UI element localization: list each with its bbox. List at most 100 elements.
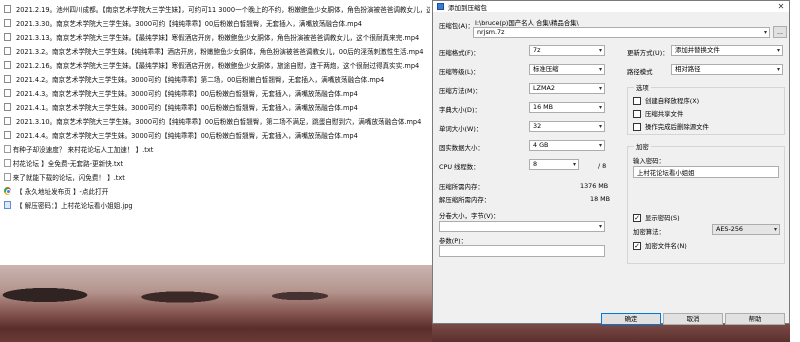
options-title: 选项	[634, 83, 651, 92]
params-input[interactable]	[439, 245, 605, 257]
chevron-down-icon: ▾	[598, 223, 602, 230]
video-file-icon	[4, 18, 11, 27]
delete-checkbox[interactable]: 操作完成后删除源文件	[633, 122, 709, 131]
video-file-icon	[4, 88, 11, 97]
file-name: 2021.3.13。南京艺术学院大三学生妹。【最纯学妹】寒假酒店开房，粉嫩鲍鱼少…	[16, 33, 420, 42]
dict-label: 字典大小(D)：	[439, 106, 481, 114]
show-password-label: 显示密码(S)	[645, 214, 680, 222]
solid-select[interactable]: 4 GB ▾	[529, 140, 605, 151]
checkbox-box	[633, 109, 641, 118]
chevron-down-icon: ▾	[598, 47, 602, 54]
format-value: 7z	[533, 46, 541, 54]
browse-button[interactable]: ...	[773, 26, 787, 38]
encryption-group: 加密 输入密码： 上村花论坛看小姐姐 ✓ 显示密码(S) 加密算法： AES-25…	[627, 142, 785, 264]
list-item[interactable]: 2021.2.19。池州四川成都。【南京艺术学院大三学生妹】，可约可11 300…	[4, 3, 430, 14]
path-value: 相对路径	[675, 65, 701, 73]
list-item[interactable]: 【 有种子却没速度？ 来村花论坛人工加速！ 】.txt	[4, 143, 430, 154]
chevron-down-icon: ▾	[776, 66, 780, 73]
password-input[interactable]: 上村花论坛看小姐姐	[633, 166, 779, 178]
cpu-value: 8	[533, 160, 538, 168]
dialog-titlebar[interactable]: 添加到压缩包 ✕	[433, 1, 789, 12]
solid-label: 固实数据大小：	[439, 144, 484, 152]
file-name: 2021.4.4。南京艺术学院大三学生妹。3000可约【纯纯乖乖】00后粉嫩白皙…	[16, 131, 358, 140]
method-select[interactable]: LZMA2 ▾	[529, 83, 605, 94]
cancel-button[interactable]: 取消	[663, 313, 723, 325]
file-name: 2021.3.10。南京艺术学院大三学生妹。3000可约【纯纯乖乖】00后粉嫩白…	[16, 117, 422, 126]
file-name: 【 村花论坛 】全免费-无套路-更新快.txt	[4, 159, 124, 168]
check-icon: ✓	[633, 213, 641, 222]
method-value: LZMA2	[533, 84, 555, 92]
enc-method-select[interactable]: AES-256 ▾	[712, 224, 780, 235]
level-label: 压缩等级(L)：	[439, 68, 480, 76]
video-file-icon	[4, 130, 11, 139]
word-value: 32	[533, 122, 542, 130]
chevron-down-icon: ▾	[598, 104, 602, 111]
enc-method-label: 加密算法：	[633, 228, 665, 236]
checkbox-box	[633, 96, 641, 105]
list-item[interactable]: 【 来了就能下载的论坛，闪免费！ 】.txt	[4, 171, 430, 182]
close-button[interactable]: ✕	[773, 1, 789, 12]
archive-name-value: nrjsm.7z	[477, 28, 505, 36]
file-name: 【 永久地址发布页 】-点此打开	[16, 187, 109, 196]
list-item[interactable]: 2021.3.30。南京艺术学院大三学生妹。3000可约【纯纯乖乖】00后粉嫩白…	[4, 17, 430, 28]
update-label: 更新方式(U)：	[627, 49, 669, 57]
list-item[interactable]: 【 永久地址发布页 】-点此打开	[4, 185, 430, 196]
chevron-down-icon: ▾	[598, 142, 602, 149]
video-file-icon	[4, 102, 11, 111]
list-item[interactable]: 【 村花论坛 】全免费-无套路-更新快.txt	[4, 157, 430, 168]
word-select[interactable]: 32 ▾	[529, 121, 605, 132]
list-item[interactable]: 2021.2.16。南京艺术学院大三学生妹。【最纯学妹】寒假酒店开房，粉嫩鲍鱼少…	[4, 59, 430, 70]
file-name: 2021.3.30。南京艺术学院大三学生妹。3000可约【纯纯乖乖】00后粉嫩白…	[16, 19, 362, 28]
chevron-down-icon: ▾	[572, 161, 576, 168]
mem-decomp-label: 解压缩所需内存：	[439, 196, 491, 204]
path-select[interactable]: 相对路径 ▾	[671, 64, 783, 75]
show-password-checkbox[interactable]: ✓ 显示密码(S)	[633, 213, 680, 222]
format-label: 压缩格式(F)：	[439, 49, 480, 57]
list-item[interactable]: 【 解压密码：】上村花论坛看小姐姐.jpg	[4, 199, 430, 210]
list-item[interactable]: 2021.3.13。南京艺术学院大三学生妹。【最纯学妹】寒假酒店开房，粉嫩鲍鱼少…	[4, 31, 430, 42]
chevron-down-icon: ▾	[776, 47, 780, 54]
sfx-label: 创建自释放程序(X)	[645, 97, 700, 105]
shared-checkbox[interactable]: 压缩共享文件	[633, 109, 683, 118]
split-label: 分卷大小，字节(V)：	[439, 212, 500, 220]
update-value: 添加并替换文件	[675, 46, 720, 54]
image-file-icon	[4, 200, 11, 209]
sfx-checkbox[interactable]: 创建自释放程序(X)	[633, 96, 699, 105]
level-select[interactable]: 标准压缩 ▾	[529, 64, 605, 75]
text-file-icon	[4, 144, 11, 153]
archive-name-combo[interactable]: nrjsm.7z ▾	[473, 27, 770, 38]
mem-comp-value: 1376 MB	[580, 182, 609, 190]
list-item[interactable]: 2021.3.2。南京艺术学院大三学生妹。【纯纯乖乖】酒店开房，粉嫩鲍鱼少女胴体…	[4, 45, 430, 56]
list-item[interactable]: 2021.4.2。南京艺术学院大三学生妹。3000可约【纯纯乖乖】第二场，00后…	[4, 73, 430, 84]
list-item[interactable]: 2021.4.3。南京艺术学院大三学生妹。3000可约【纯纯乖乖】00后粉嫩白皙…	[4, 87, 430, 98]
cpu-max: / 8	[598, 162, 607, 170]
encryption-title: 加密	[634, 142, 651, 151]
list-item[interactable]: 2021.3.10。南京艺术学院大三学生妹。3000可约【纯纯乖乖】00后粉嫩白…	[4, 115, 430, 126]
file-name: 2021.3.2。南京艺术学院大三学生妹。【纯纯乖乖】酒店开房，粉嫩鲍鱼少女胴体…	[16, 47, 424, 56]
shared-label: 压缩共享文件	[645, 110, 684, 118]
window-edge	[790, 0, 800, 342]
password-label: 输入密码：	[633, 157, 665, 165]
dict-select[interactable]: 16 MB ▾	[529, 102, 605, 113]
checkbox-box	[633, 122, 641, 131]
chevron-down-icon: ▾	[763, 29, 767, 36]
split-combo[interactable]: ▾	[439, 221, 605, 232]
file-name: 【 来了就能下载的论坛，闪免费！ 】.txt	[4, 173, 125, 182]
level-value: 标准压缩	[533, 65, 559, 73]
text-file-icon	[4, 172, 11, 181]
encrypt-names-checkbox[interactable]: ✓ 加密文件名(N)	[633, 241, 687, 250]
list-item[interactable]: 2021.4.4。南京艺术学院大三学生妹。3000可约【纯纯乖乖】00后粉嫩白皙…	[4, 129, 430, 140]
solid-value: 4 GB	[533, 141, 549, 149]
list-item[interactable]: 2021.4.1。南京艺术学院大三学生妹。3000可约【纯纯乖乖】00后粉嫩白皙…	[4, 101, 430, 112]
path-label: 路径模式	[627, 68, 653, 76]
file-name: 【 解压密码：】上村花论坛看小姐姐.jpg	[16, 201, 133, 210]
ok-button[interactable]: 确定	[601, 313, 661, 325]
chevron-down-icon: ▾	[598, 85, 602, 92]
cpu-select[interactable]: 8 ▾	[529, 159, 579, 170]
update-select[interactable]: 添加并替换文件 ▾	[671, 45, 783, 56]
file-list: 2021.2.19。池州四川成都。【南京艺术学院大三学生妹】，可约可11 300…	[0, 0, 432, 270]
file-name: 2021.2.16。南京艺术学院大三学生妹。【最纯学妹】寒假酒店开房，粉嫩鲍鱼少…	[16, 61, 420, 70]
delete-label: 操作完成后删除源文件	[645, 123, 709, 131]
help-button[interactable]: 帮助	[725, 313, 785, 325]
format-select[interactable]: 7z ▾	[529, 45, 605, 56]
